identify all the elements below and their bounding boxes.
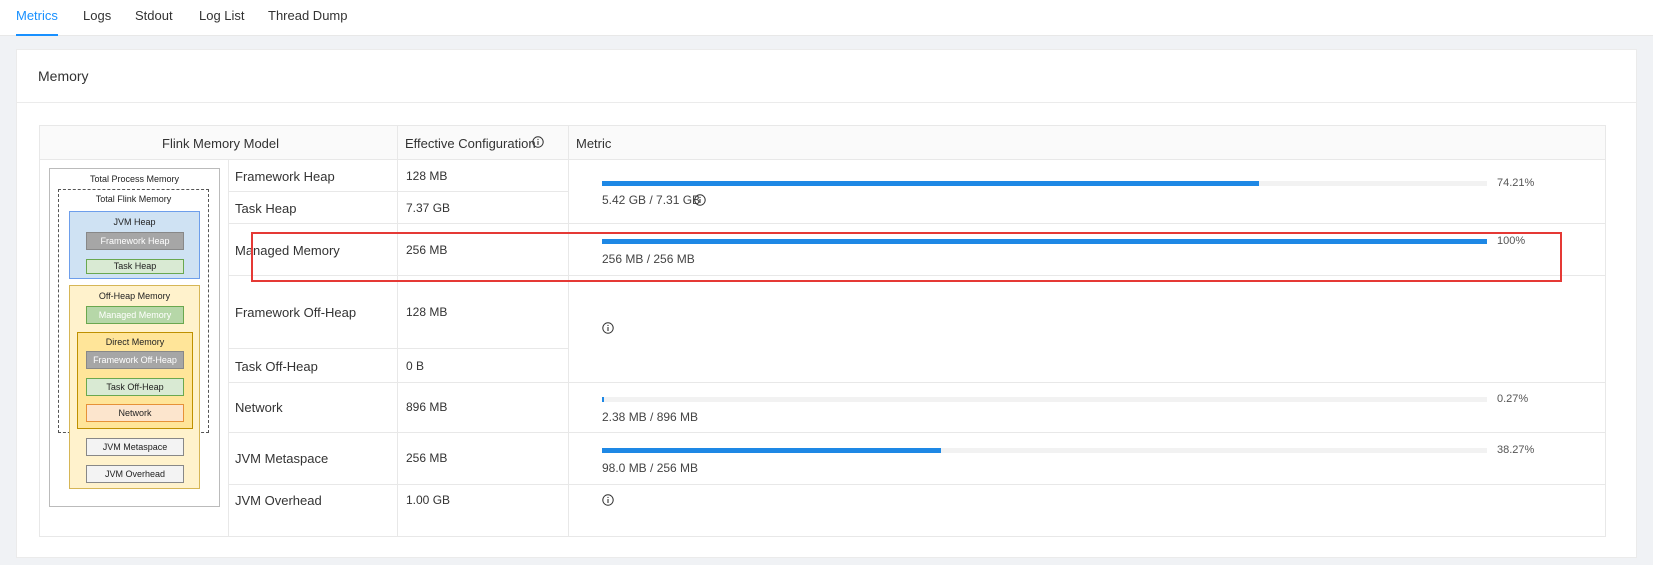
config-task-heap: 7.37 GB <box>406 201 451 215</box>
header-metric: Metric <box>576 136 612 151</box>
config-framework-off-heap: 128 MB <box>406 305 448 319</box>
metaspace-metric-value: 98.0 MB / 256 MB <box>602 461 699 475</box>
card-title: Memory <box>38 68 89 84</box>
memory-table: Flink Memory Model Effective Configurati… <box>39 125 1606 537</box>
column-divider <box>568 126 569 536</box>
config-network: 896 MB <box>406 400 448 414</box>
diagram-framework-heap: Framework Heap <box>86 232 184 250</box>
diagram-off-heap-memory: Off-Heap Memory <box>98 291 171 301</box>
diagram-off-heap-box: Off-Heap Memory Managed Memory Direct Me… <box>69 285 200 489</box>
diagram-network: Network <box>86 404 184 422</box>
row-label-task-off-heap: Task Off-Heap <box>235 359 318 374</box>
network-metric-value: 2.38 MB / 896 MB <box>602 410 699 424</box>
diagram-total-process-memory: Total Process Memory <box>89 174 180 184</box>
row-divider <box>228 432 1605 433</box>
config-task-off-heap: 0 B <box>406 359 425 373</box>
tab-metrics[interactable]: Metrics <box>16 8 58 23</box>
network-percent: 0.27% <box>1497 393 1529 405</box>
info-icon[interactable] <box>694 194 706 206</box>
info-icon[interactable] <box>602 322 614 334</box>
row-label-framework-off-heap: Framework Off-Heap <box>235 305 357 320</box>
flink-memory-model-diagram: Total Process Memory Total Flink Memory … <box>49 168 220 507</box>
row-label-network: Network <box>235 400 283 415</box>
config-jvm-overhead: 1.00 GB <box>406 493 451 507</box>
diagram-direct-memory-box: Direct Memory Framework Off-Heap Task Of… <box>77 332 193 429</box>
row-divider <box>228 348 568 349</box>
row-divider <box>228 191 568 192</box>
diagram-jvm-metaspace: JVM Metaspace <box>86 438 184 456</box>
diagram-direct-memory: Direct Memory <box>105 337 165 347</box>
column-divider <box>397 126 398 536</box>
row-divider <box>228 382 1605 383</box>
memory-card: Memory Flink Memory Model Effective Conf… <box>16 49 1637 558</box>
tab-stdout[interactable]: Stdout <box>135 8 173 23</box>
metaspace-percent: 38.27% <box>1497 444 1535 456</box>
active-tab-indicator <box>16 34 58 36</box>
diagram-jvm-heap-box: JVM Heap Framework Heap Task Heap <box>69 211 200 279</box>
row-label-jvm-metaspace: JVM Metaspace <box>235 451 329 466</box>
diagram-jvm-heap: JVM Heap <box>113 217 156 227</box>
tab-bar: Metrics Logs Stdout Log List Thread Dump <box>0 0 1653 36</box>
heap-progress-bar <box>602 181 1487 186</box>
managed-memory-highlight <box>251 232 1562 282</box>
diagram-task-off-heap: Task Off-Heap <box>86 378 184 396</box>
config-framework-heap: 128 MB <box>406 169 448 183</box>
tab-thread-dump[interactable]: Thread Dump <box>268 8 347 23</box>
header-effective-configuration: Effective Configuration <box>405 136 536 151</box>
row-label-task-heap: Task Heap <box>235 201 297 216</box>
header-flink-memory-model: Flink Memory Model <box>162 136 280 151</box>
heap-progress-fill <box>602 181 1259 186</box>
info-icon[interactable] <box>602 494 614 506</box>
heap-metric-value: 5.42 GB / 7.31 GB <box>602 193 701 207</box>
diagram-jvm-overhead: JVM Overhead <box>86 465 184 483</box>
tab-logs[interactable]: Logs <box>83 8 111 23</box>
config-jvm-metaspace: 256 MB <box>406 451 448 465</box>
card-divider <box>17 102 1636 103</box>
row-divider <box>228 484 1605 485</box>
diagram-task-heap: Task Heap <box>86 259 184 274</box>
network-progress-bar <box>602 397 1487 402</box>
row-label-framework-heap: Framework Heap <box>235 169 335 184</box>
tab-log-list[interactable]: Log List <box>199 8 245 23</box>
info-icon[interactable] <box>532 136 544 148</box>
diagram-managed-memory: Managed Memory <box>86 306 184 324</box>
diagram-framework-off-heap: Framework Off-Heap <box>86 351 184 369</box>
row-label-jvm-overhead: JVM Overhead <box>235 493 322 508</box>
heap-percent: 74.21% <box>1497 177 1535 189</box>
network-progress-fill <box>602 397 604 402</box>
diagram-total-flink-memory: Total Flink Memory <box>95 194 172 204</box>
metaspace-progress-bar <box>602 448 1487 453</box>
metaspace-progress-fill <box>602 448 941 453</box>
row-divider <box>228 223 1605 224</box>
table-header: Flink Memory Model Effective Configurati… <box>40 126 1605 160</box>
